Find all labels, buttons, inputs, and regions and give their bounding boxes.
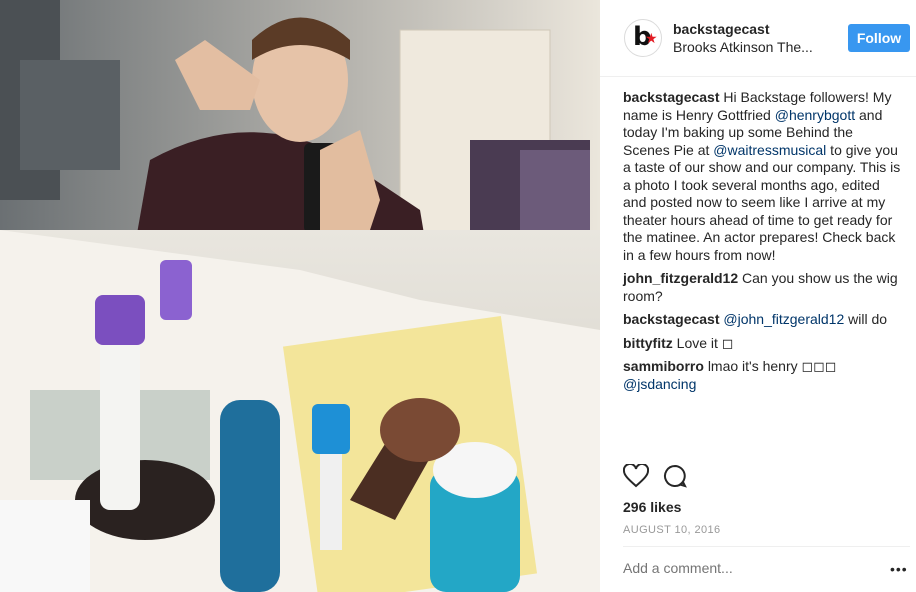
header-username[interactable]: backstagecast: [673, 21, 770, 37]
caption-username[interactable]: backstagecast: [623, 89, 720, 105]
comment-list: backstagecast Hi Backstage followers! My…: [623, 89, 903, 399]
comment-item: bittyfitz Love it ◻: [623, 335, 903, 353]
comment-username[interactable]: john_fitzgerald12: [623, 270, 738, 286]
comment-bubble-icon[interactable]: [663, 464, 687, 488]
post-header: b ★ backstagecast Brooks Atkinson The...…: [600, 0, 916, 77]
divider: [623, 546, 910, 547]
like-count[interactable]: 296 likes: [623, 499, 681, 515]
caption-text: to give you a taste of our show and our …: [623, 141, 901, 263]
comment-item: backstagecast @john_fitzgerald12 will do: [623, 311, 903, 329]
caption-mention[interactable]: @waitressmusical: [713, 142, 826, 158]
comment-text: will do: [844, 311, 888, 327]
comment-text: lmao it's henry ◻◻◻: [707, 358, 837, 374]
post-date[interactable]: AUGUST 10, 2016: [623, 524, 721, 536]
comment-mention[interactable]: @john_fitzgerald12: [723, 311, 844, 327]
header-location[interactable]: Brooks Atkinson The...: [673, 39, 841, 55]
caption: backstagecast Hi Backstage followers! My…: [623, 89, 903, 264]
post-photo[interactable]: [0, 0, 600, 592]
add-comment-input[interactable]: [623, 560, 873, 576]
comment-item: sammiborro lmao it's henry ◻◻◻ @jsdancin…: [623, 358, 903, 393]
avatar[interactable]: b ★: [624, 19, 662, 57]
heart-icon[interactable]: [623, 464, 649, 488]
caption-mention[interactable]: @henrybgott: [775, 107, 855, 123]
comment-mention[interactable]: @jsdancing: [623, 376, 696, 392]
photo-illustration: [0, 0, 600, 592]
more-options-icon[interactable]: •••: [890, 561, 908, 577]
follow-button[interactable]: Follow: [848, 24, 910, 52]
comment-username[interactable]: sammiborro: [623, 358, 704, 374]
comment-item: john_fitzgerald12 Can you show us the wi…: [623, 270, 903, 305]
comment-text: Love it ◻: [676, 334, 734, 351]
comment-username[interactable]: backstagecast: [623, 311, 720, 327]
comment-username[interactable]: bittyfitz: [623, 335, 673, 351]
star-icon: ★: [645, 30, 658, 46]
post-details-panel: b ★ backstagecast Brooks Atkinson The...…: [600, 0, 916, 592]
